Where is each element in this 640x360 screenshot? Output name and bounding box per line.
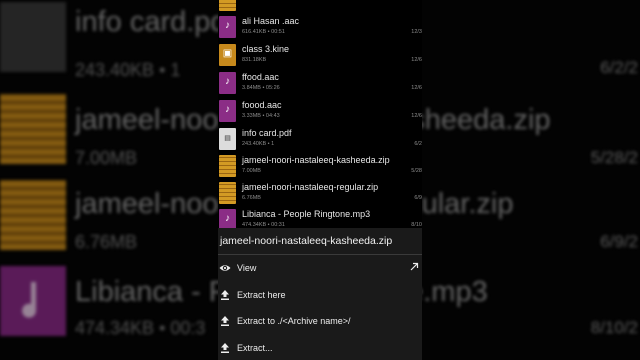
file-meta: 243.40KB • 1 xyxy=(242,141,275,147)
file-row[interactable]: ♪ ali Hasan .aac 616.41KB • 00:51 12/3 xyxy=(218,14,422,41)
menu-item-label: View xyxy=(237,263,257,273)
file-date: 12/6 xyxy=(411,57,422,63)
sheet-title: jameel-noori-nastaleeq-kasheeda.zip xyxy=(220,235,393,247)
extract-to-folder-menu-item[interactable]: Extract to ./<Archive name>/ xyxy=(218,309,422,335)
file-row[interactable] xyxy=(218,0,422,14)
menu-item-label: Extract... xyxy=(237,343,273,353)
audio-file-icon: ♪ xyxy=(219,100,236,122)
file-row[interactable]: ♪ foood.aac 3.33MB • 04:43 12/6 xyxy=(218,98,422,125)
file-meta: 3.33MB • 04:43 xyxy=(242,113,280,119)
phone-screen: ♪ ali Hasan .aac 616.41KB • 00:51 12/3 ▣… xyxy=(218,0,422,360)
file-date: 12/6 xyxy=(411,85,422,91)
file-name: jameel-noori-nastaleeq-regular.zip xyxy=(242,182,379,192)
file-row[interactable]: ▤ info card.pdf 243.40KB • 1 6/2 xyxy=(218,126,422,153)
zip-icon xyxy=(219,0,236,11)
extract-menu-item[interactable]: Extract... xyxy=(218,336,422,360)
file-date: 6/9 xyxy=(414,195,422,201)
upload-icon xyxy=(221,343,229,353)
view-menu-item[interactable]: View xyxy=(218,256,422,282)
file-date: 5/28 xyxy=(411,168,422,174)
upload-icon xyxy=(221,290,229,300)
file-row[interactable]: jameel-noori-nastaleeq-kasheeda.zip 7.00… xyxy=(218,153,422,180)
divider xyxy=(218,254,422,255)
file-row[interactable]: jameel-noori-nastaleeq-regular.zip 6.76M… xyxy=(218,180,422,207)
file-meta: 831.18KB xyxy=(242,57,267,63)
file-date: 12/3 xyxy=(411,29,422,35)
file-meta: 6.76MB xyxy=(242,195,261,201)
file-name: jameel-noori-nastaleeq-kasheeda.zip xyxy=(242,155,390,165)
open-external-icon[interactable] xyxy=(409,262,419,272)
file-name: Libianca - People Ringtone.mp3 xyxy=(242,209,371,219)
file-meta: 7.00MB xyxy=(242,168,261,174)
archive-action-sheet: jameel-noori-nastaleeq-kasheeda.zip View… xyxy=(218,228,422,360)
file-date: 6/2 xyxy=(414,141,422,147)
file-name: ali Hasan .aac xyxy=(242,16,300,26)
upload-icon xyxy=(221,316,229,326)
file-row[interactable]: ▣ class 3.kine 831.18KB 12/6 xyxy=(218,42,422,69)
audio-file-icon: ♪ xyxy=(219,16,236,38)
eye-icon xyxy=(219,265,231,271)
file-name: ffood.aac xyxy=(242,72,279,82)
file-name: info card.pdf xyxy=(242,128,292,138)
extract-here-menu-item[interactable]: Extract here xyxy=(218,283,422,309)
file-meta: 616.41KB • 00:51 xyxy=(242,29,285,35)
kine-file-icon: ▣ xyxy=(219,44,236,66)
menu-item-label: Extract here xyxy=(237,290,286,300)
file-meta: 3.84MB • 05:26 xyxy=(242,85,280,91)
zip-file-icon xyxy=(219,182,236,204)
pdf-file-icon: ▤ xyxy=(219,128,236,150)
file-row[interactable]: ♪ ffood.aac 3.84MB • 05:26 12/6 xyxy=(218,70,422,97)
audio-file-icon: ♪ xyxy=(219,72,236,94)
file-date: 12/6 xyxy=(411,113,422,119)
zip-file-icon xyxy=(219,155,236,177)
file-name: foood.aac xyxy=(242,100,282,110)
file-name: class 3.kine xyxy=(242,44,290,54)
menu-item-label: Extract to ./<Archive name>/ xyxy=(237,316,351,326)
